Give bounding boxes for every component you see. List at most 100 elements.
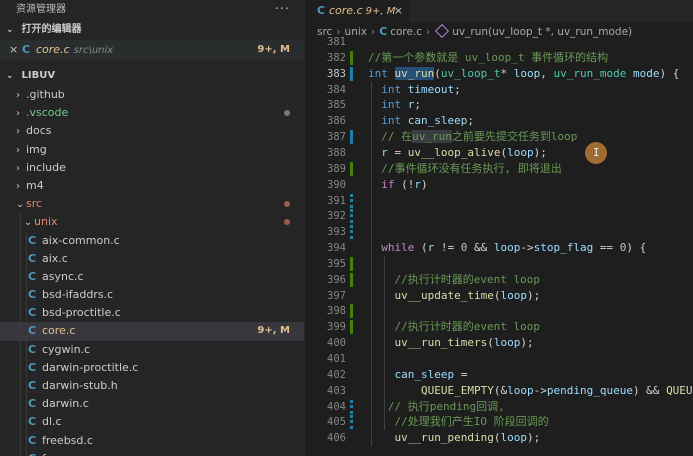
tab-bar: Ccore.c 9+, M × <box>311 0 693 22</box>
explorer-title: 资源管理器 <box>16 4 66 15</box>
line-number: 381 <box>327 36 346 48</box>
indent-guide <box>371 255 372 272</box>
tree-folder-item[interactable]: ⌄ unix <box>0 213 304 232</box>
code-line[interactable]: 393 <box>311 224 693 241</box>
code-line[interactable]: 391 <box>311 192 693 209</box>
code-line[interactable]: 402 can_sleep = <box>311 366 693 383</box>
code-line[interactable]: 400 uv__run_timers(loop); <box>311 335 693 352</box>
git-gutter-marker[interactable] <box>350 50 353 65</box>
open-editors-header[interactable]: ⌄ 打开的编辑器 <box>0 20 304 40</box>
tree-folder-item[interactable]: › img <box>0 141 304 159</box>
code-line[interactable]: 390 if (!r) <box>311 176 693 193</box>
code-line[interactable]: 403 QUEUE_EMPTY(&loop->pending_queue) &&… <box>311 382 693 399</box>
tree-file-item[interactable]: Caix-common.c <box>0 231 304 250</box>
git-gutter-marker[interactable] <box>350 225 353 240</box>
code-editor[interactable]: 381 382 //第一个参数就是 uv_loop_t 事件循环的结构 383 int … <box>311 36 693 456</box>
line-number: 392 <box>327 210 346 223</box>
line-number: 388 <box>327 146 346 159</box>
tree-file-item[interactable]: Cdarwin.c <box>0 395 304 414</box>
c-file-icon: C <box>22 43 31 56</box>
tree-file-item[interactable]: Caix.c <box>0 249 304 268</box>
git-gutter-marker[interactable] <box>350 399 353 414</box>
code-line[interactable]: 386 int can_sleep; <box>311 113 693 130</box>
more-actions-icon[interactable]: ··· <box>275 0 290 20</box>
git-gutter-marker[interactable] <box>350 320 353 335</box>
tree-item-label: dl.c <box>42 415 62 429</box>
tree-item-label: aix.c <box>42 251 68 265</box>
code-line[interactable]: 387 // 在uv_run之前要先提交任务到loop <box>311 129 693 146</box>
code-line[interactable]: 389 //事件循环没有任务执行, 即将退出 <box>311 160 693 177</box>
indent-guide <box>26 340 27 359</box>
code-line[interactable]: 383 int uv_run(uv_loop_t* loop, uv_run_mo… <box>311 66 693 82</box>
close-icon[interactable]: × <box>394 1 403 21</box>
code-line[interactable]: 395 <box>311 255 693 272</box>
git-gutter-marker[interactable] <box>350 130 353 145</box>
code-line[interactable]: 392 <box>311 208 693 225</box>
tree-item-label: .vscode <box>26 106 69 120</box>
explorer-title-bar: 资源管理器 ··· <box>0 0 304 20</box>
close-icon[interactable]: × <box>9 40 18 60</box>
code-line[interactable]: 384 int timeout; <box>311 81 693 98</box>
code-line[interactable]: 382 //第一个参数就是 uv_loop_t 事件循环的结构 <box>311 50 693 66</box>
indent-guide <box>26 449 27 456</box>
line-number: 383 <box>327 67 346 80</box>
git-gutter-marker[interactable] <box>350 304 353 319</box>
code-line[interactable]: 396 //执行计时器的event loop <box>311 271 693 288</box>
git-gutter-marker[interactable] <box>350 161 353 176</box>
code-line[interactable]: 398 <box>311 303 693 320</box>
code-line[interactable]: 394 while (r != 0 && loop->stop_flag == … <box>311 240 693 257</box>
tree-file-item[interactable]: Cdarwin-proctitle.c <box>0 358 304 377</box>
code-line[interactable]: 381 <box>311 34 693 50</box>
line-number: 404 <box>327 400 346 413</box>
git-gutter-marker[interactable] <box>350 66 353 81</box>
code-text: while (r != 0 && loop->stop_flag == 0) { <box>381 241 647 255</box>
git-gutter-marker[interactable] <box>350 193 353 208</box>
line-number: 400 <box>327 337 346 350</box>
tree-item-label: m4 <box>26 178 44 192</box>
tree-file-item[interactable]: Ccygwin.c <box>0 340 304 359</box>
line-number: 406 <box>327 432 346 445</box>
tree-folder-item[interactable]: › include <box>0 159 304 177</box>
code-line[interactable]: 385 int r; <box>311 97 693 114</box>
code-line[interactable]: 406 uv__run_pending(loop); <box>311 430 693 447</box>
tree-file-item[interactable]: Cfs.c <box>0 449 304 456</box>
status-dot-icon <box>284 110 290 117</box>
tree-file-item[interactable]: Ccore.c 9+, M <box>0 322 304 341</box>
code-line[interactable]: 405 //处理我们产生IO 阶段回调的 <box>311 414 693 431</box>
code-line[interactable]: 401 <box>311 351 693 367</box>
tree-folder-item[interactable]: ⌄ src <box>0 195 304 213</box>
chevron-right-icon: › <box>16 126 20 138</box>
code-line[interactable]: 388 r = uv__loop_alive(loop); <box>311 144 693 161</box>
code-line[interactable]: 397 uv__update_time(loop); <box>311 287 693 304</box>
git-gutter-marker[interactable] <box>350 256 353 271</box>
tree-file-item[interactable]: Cfreebsd.c <box>0 431 304 450</box>
code-text: uv__run_timers(loop); <box>394 336 534 350</box>
git-gutter-marker[interactable] <box>350 272 353 287</box>
code-text: int can_sleep; <box>381 114 474 128</box>
tree-file-item[interactable]: Casync.c <box>0 267 304 287</box>
tab-core-c[interactable]: Ccore.c 9+, M × <box>311 0 409 22</box>
indent-guide <box>26 431 27 450</box>
tree-file-item[interactable]: Cdl.c <box>0 413 304 432</box>
tree-file-item[interactable]: Cbsd-proctitle.c <box>0 304 304 323</box>
tree-file-item[interactable]: Cdarwin-stub.h <box>0 377 304 396</box>
tree-file-item[interactable]: Cbsd-ifaddrs.c <box>0 286 304 305</box>
sidebar-resize-handle[interactable] <box>304 0 311 456</box>
tree-item-label: .github <box>26 88 65 101</box>
tree-folder-item[interactable]: › .github <box>0 86 304 104</box>
git-gutter-marker[interactable] <box>350 415 353 430</box>
git-gutter-marker[interactable] <box>350 209 353 224</box>
project-header[interactable]: ⌄ LIBUV <box>0 66 304 86</box>
code-line[interactable]: 399 //执行计时器的event loop <box>311 319 693 336</box>
indent-guide <box>20 377 21 396</box>
chevron-down-icon: ⌄ <box>6 25 14 35</box>
open-editor-item-core-c[interactable]: × Ccore.c src\unix 9+, M <box>0 40 304 60</box>
code-text: int r; <box>381 98 421 112</box>
indent-guide <box>26 322 27 341</box>
tree-folder-item[interactable]: › m4 <box>0 177 304 195</box>
project-label: LIBUV <box>21 70 56 81</box>
code-line[interactable]: 404 // 执行pending回调, <box>311 398 693 415</box>
tree-folder-item[interactable]: › .vscode <box>0 104 304 122</box>
code-text: int uv_run(uv_loop_t* loop, uv_run_mode … <box>368 66 680 80</box>
tree-folder-item[interactable]: › docs <box>0 122 304 140</box>
